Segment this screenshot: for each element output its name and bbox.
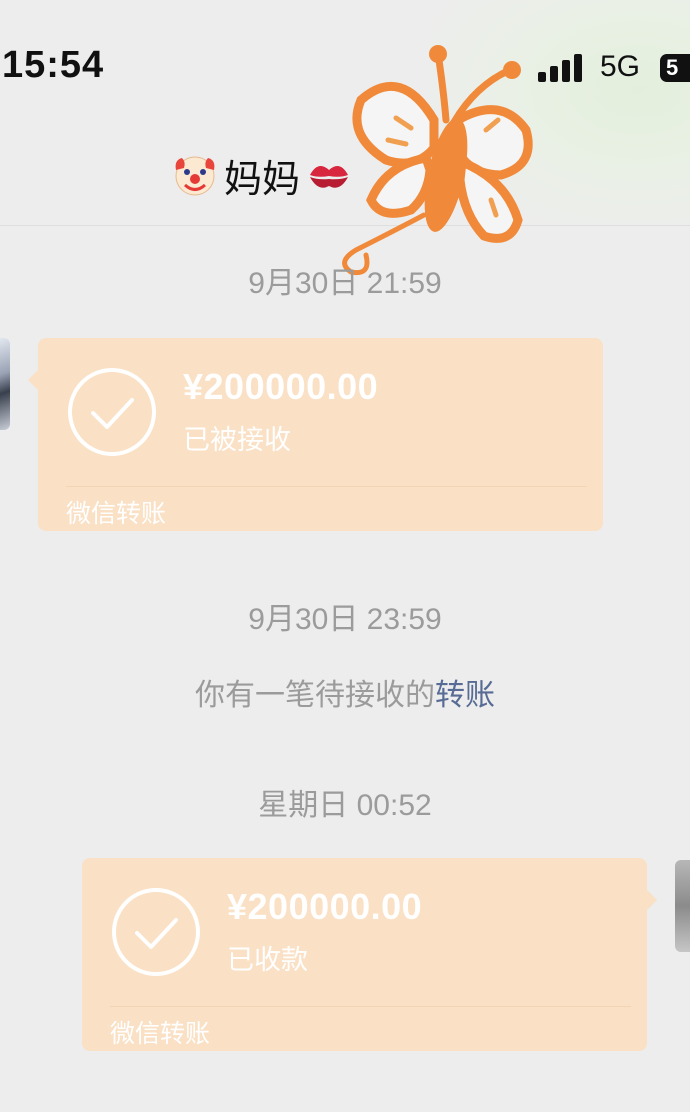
system-message: 你有一笔待接收的转账 [0, 670, 690, 714]
transfer-link[interactable]: 转账 [435, 678, 495, 713]
message-timestamp: 9月30日 23:59 [248, 603, 442, 636]
bubble-tail [647, 890, 657, 910]
status-time: 15:54 [2, 44, 105, 86]
transfer-card-collected[interactable]: ¥200000.00 已收款 微信转账 [82, 858, 657, 1051]
transfer-amount: ¥200000.00 [183, 366, 379, 407]
battery-level: 5 [666, 55, 679, 80]
transfer-status: 已收款 [227, 945, 308, 976]
transfer-card-label: 微信转账 [66, 499, 167, 528]
check-circle-icon [68, 368, 156, 456]
message-timestamp: 星期日 00:52 [258, 789, 432, 822]
chat-title[interactable]: 妈妈 [172, 153, 352, 201]
contact-avatar[interactable] [0, 338, 10, 430]
network-type: 5G [600, 50, 641, 83]
transfer-status: 已被接收 [183, 425, 291, 456]
chat-title-label: 妈妈 [224, 156, 301, 201]
battery-icon: 5 [660, 54, 690, 82]
system-message-text: 你有一笔待接收的 [195, 678, 435, 713]
transfer-card-label: 微信转账 [110, 1019, 211, 1048]
transfer-amount: ¥200000.00 [227, 886, 423, 927]
butterfly-sticker-icon [342, 45, 533, 276]
transfer-card-received[interactable]: ¥200000.00 已被接收 微信转账 [28, 338, 603, 531]
check-circle-icon [112, 888, 200, 976]
bubble-tail [28, 370, 38, 390]
card-divider [66, 486, 587, 487]
self-avatar[interactable] [675, 860, 690, 952]
message-timestamp: 9月30日 21:59 [248, 267, 442, 300]
clown-face-icon [175, 156, 215, 196]
card-divider [110, 1006, 631, 1007]
